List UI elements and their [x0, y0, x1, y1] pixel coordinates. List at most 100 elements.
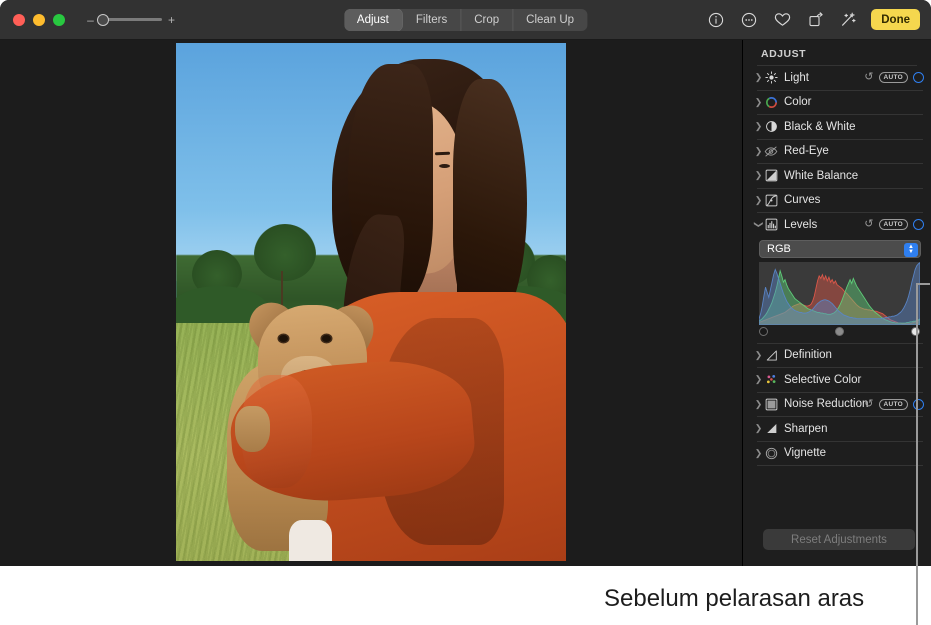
sidebar-item-label: Black & White [784, 121, 856, 133]
auto-button[interactable]: AUTO [879, 219, 909, 230]
white-balance-icon [764, 169, 778, 183]
sidebar-item-levels[interactable]: ❯ Levels ↺ AUTO [743, 213, 931, 237]
levels-histogram-panel [759, 262, 919, 338]
eyebrow-right [435, 152, 450, 155]
auto-button[interactable]: AUTO [879, 399, 909, 410]
zoom-in-icon[interactable]: + [168, 14, 175, 26]
eye-right [439, 164, 450, 168]
sidebar-item-label: Light [784, 72, 809, 84]
sharpen-icon [764, 422, 778, 436]
chevron-right-icon[interactable]: ❯ [753, 170, 764, 181]
levels-controls: ↺ AUTO [864, 219, 924, 230]
channel-select-value: RGB [760, 243, 791, 255]
close-window-button[interactable] [13, 14, 25, 26]
minimize-window-button[interactable] [33, 14, 45, 26]
noise-reduction-icon [764, 397, 778, 411]
sidebar-item-label: Red-Eye [784, 145, 829, 157]
mode-segmented-control[interactable]: Adjust Filters Crop Clean Up [344, 9, 587, 31]
photo-editor-window: – + Adjust Filters Crop Clean Up [0, 0, 931, 566]
auto-enhance-icon[interactable] [838, 10, 858, 30]
white-fabric [289, 520, 332, 561]
chevron-right-icon[interactable]: ❯ [753, 97, 764, 108]
chevron-updown-icon[interactable]: ▲ ▼ [904, 243, 918, 257]
sidebar-item-label: Definition [784, 349, 832, 361]
sidebar-item-definition[interactable]: ❯ Definition [743, 344, 931, 368]
zoom-out-icon[interactable]: – [87, 14, 94, 26]
toolbar: – + Adjust Filters Crop Clean Up [0, 0, 931, 40]
toolbar-actions: Done [706, 9, 920, 30]
rgb-histogram[interactable] [759, 262, 920, 325]
callout-tick [916, 283, 930, 285]
sidebar-item-label: White Balance [784, 170, 858, 182]
vignette-icon [764, 446, 778, 460]
tab-crop[interactable]: Crop [461, 9, 513, 31]
sidebar-item-label: Sharpen [784, 423, 827, 435]
light-controls: ↺ AUTO [864, 72, 924, 83]
chevron-right-icon[interactable]: ❯ [753, 72, 764, 83]
chevron-right-icon[interactable]: ❯ [753, 350, 764, 361]
black-point-handle[interactable] [759, 325, 768, 337]
callout-caption: Sebelum pelarasan aras [604, 585, 864, 613]
sidebar-item-label: Selective Color [784, 374, 861, 386]
sidebar-item-vignette[interactable]: ❯ Vignette [743, 442, 931, 466]
chevron-right-icon[interactable]: ❯ [753, 448, 764, 459]
zoom-window-button[interactable] [53, 14, 65, 26]
mid-point-handle[interactable] [835, 325, 844, 337]
red-eye-icon [764, 144, 778, 158]
sidebar-item-label: Vignette [784, 447, 826, 459]
sidebar-item-label: Noise Reduction [784, 398, 868, 410]
sidebar-item-selective-color[interactable]: ❯ Selective Color [743, 368, 931, 392]
sidebar-item-color[interactable]: ❯ Color [743, 91, 931, 115]
photo-preview[interactable] [176, 43, 566, 561]
chevron-right-icon[interactable]: ❯ [753, 146, 764, 157]
auto-button[interactable]: AUTO [879, 72, 909, 83]
favorite-icon[interactable] [772, 10, 792, 30]
callout-bracket [913, 283, 931, 577]
histogram-plot [759, 262, 920, 325]
levels-icon [764, 218, 778, 232]
channel-select[interactable]: RGB ▲ ▼ [759, 240, 921, 258]
done-button[interactable]: Done [871, 9, 920, 30]
more-options-icon[interactable] [739, 10, 759, 30]
sidebar-item-sharpen[interactable]: ❯ Sharpen [743, 417, 931, 441]
callout-line [916, 283, 918, 577]
enable-toggle-icon[interactable] [913, 219, 924, 230]
sidebar-item-light[interactable]: ❯ Light ↺ AUTO [743, 66, 931, 90]
reset-icon[interactable]: ↺ [864, 219, 873, 230]
row-divider [757, 465, 923, 466]
sidebar-item-red-eye[interactable]: ❯ Red-Eye [743, 140, 931, 164]
zoom-slider-control[interactable]: – + [87, 14, 175, 26]
sidebar-item-label: Levels [784, 219, 817, 231]
tab-clean-up[interactable]: Clean Up [513, 9, 587, 31]
chevron-right-icon[interactable]: ❯ [753, 195, 764, 206]
zoom-slider-knob[interactable] [97, 14, 109, 26]
enable-toggle-icon[interactable] [913, 72, 924, 83]
sidebar-title: ADJUST [743, 40, 931, 65]
sidebar-item-label: Color [784, 96, 811, 108]
reset-adjustments-button[interactable]: Reset Adjustments [763, 529, 915, 550]
chevron-right-icon[interactable]: ❯ [753, 423, 764, 434]
light-icon [764, 71, 778, 85]
sidebar-item-curves[interactable]: ❯ Curves [743, 189, 931, 213]
reset-icon[interactable]: ↺ [864, 72, 873, 83]
chevron-right-icon[interactable]: ❯ [753, 374, 764, 385]
dog-eye-right [322, 335, 331, 342]
chevron-down-icon[interactable]: ❯ [753, 219, 764, 230]
tab-filters[interactable]: Filters [403, 9, 461, 31]
hair-right-side [453, 79, 527, 328]
pine-trunk [281, 271, 283, 307]
black-white-icon [764, 120, 778, 134]
zoom-slider-track[interactable] [100, 18, 162, 21]
chevron-right-icon[interactable]: ❯ [753, 399, 764, 410]
reset-icon[interactable]: ↺ [864, 399, 873, 410]
info-icon[interactable] [706, 10, 726, 30]
levels-slider-track[interactable] [759, 325, 920, 338]
tab-adjust[interactable]: Adjust [344, 9, 403, 31]
sidebar-item-noise-reduction[interactable]: ❯ Noise Reduction ↺ AUTO [743, 393, 931, 417]
dog-eye-left [279, 335, 288, 342]
chevron-right-icon[interactable]: ❯ [753, 121, 764, 132]
sidebar-item-white-balance[interactable]: ❯ White Balance [743, 164, 931, 188]
sidebar-item-black-white[interactable]: ❯ Black & White [743, 115, 931, 139]
rotate-icon[interactable] [805, 10, 825, 30]
selective-color-icon [764, 373, 778, 387]
